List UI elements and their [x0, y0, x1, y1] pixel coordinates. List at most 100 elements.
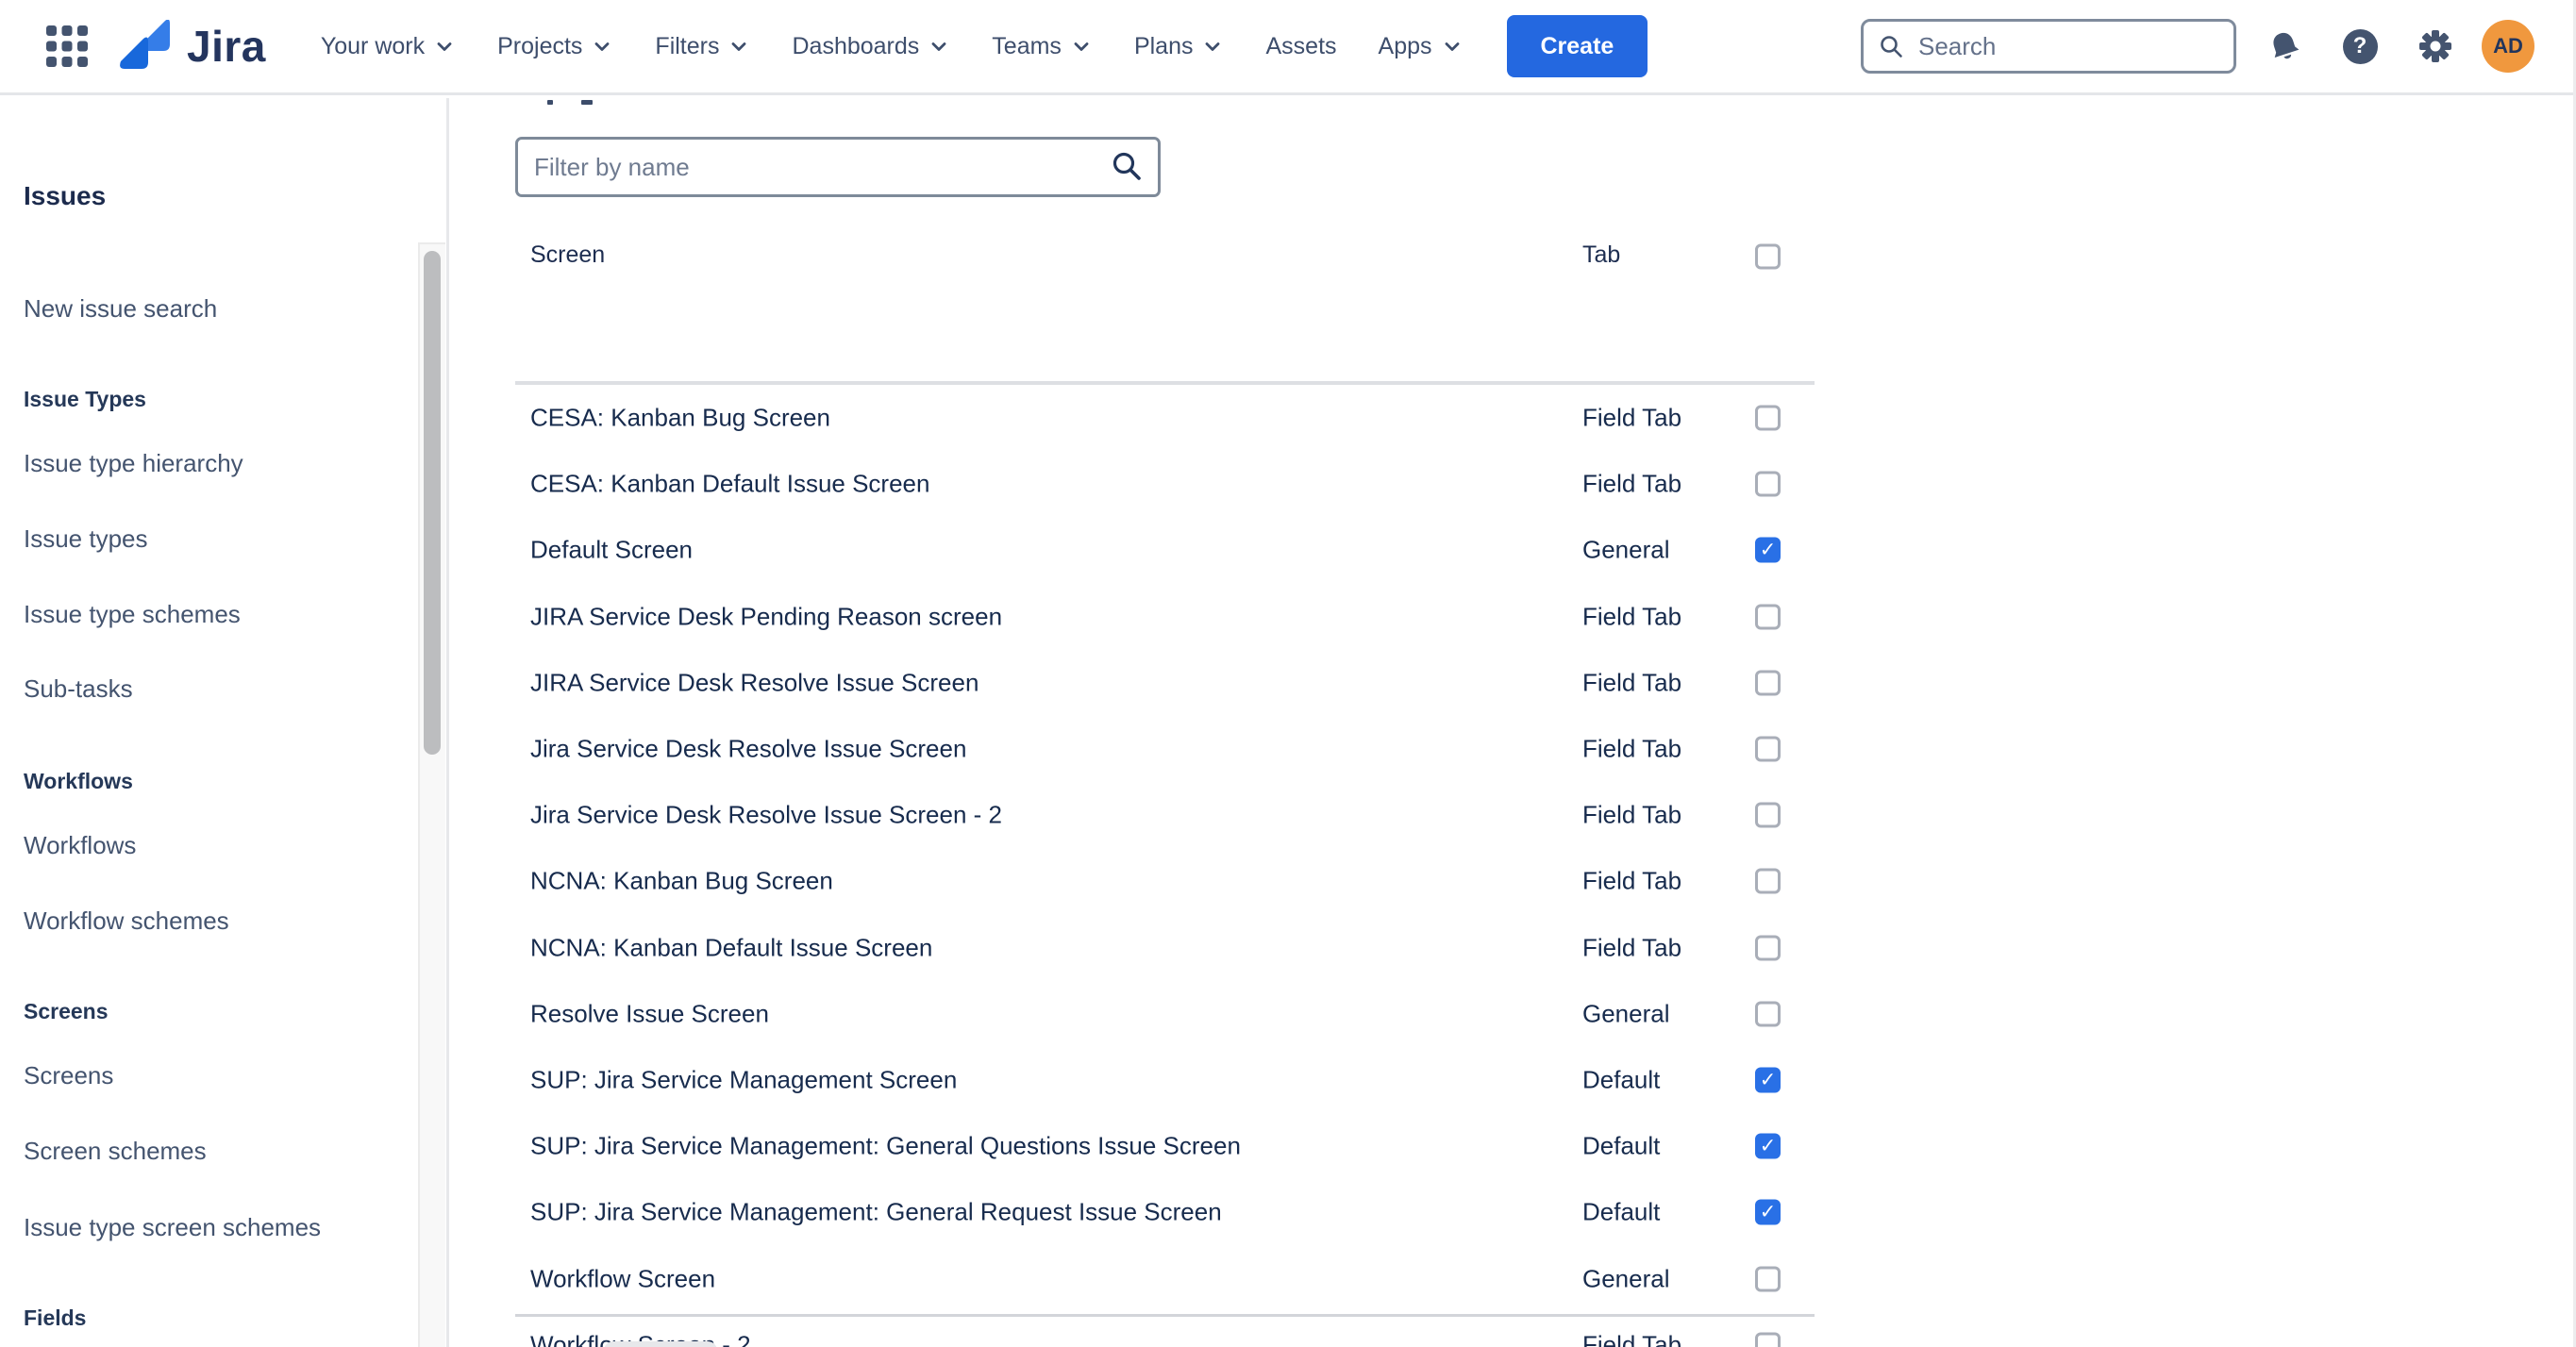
- chevron-down-icon: [1441, 35, 1464, 58]
- screen-name: JIRA Service Desk Pending Reason screen: [530, 602, 1002, 631]
- screen-name: NCNA: Kanban Default Issue Screen: [530, 933, 932, 962]
- screen-name: JIRA Service Desk Resolve Issue Screen: [530, 668, 979, 697]
- admin-sidebar: Issues New issue search Issue Types Issu…: [0, 98, 449, 1347]
- row-checkbox[interactable]: [1755, 935, 1781, 960]
- row-checkbox[interactable]: [1755, 1266, 1781, 1291]
- tab-value: Default: [1582, 1198, 1660, 1227]
- table-row: NCNA: Kanban Default Issue Screen Field …: [515, 915, 1815, 981]
- table-row: Jira Service Desk Resolve Issue Screen -…: [515, 782, 1815, 848]
- bell-icon: [2263, 25, 2305, 67]
- sidebar-scrollbar-track: [418, 242, 445, 1347]
- magnifier-icon: [1111, 150, 1145, 184]
- grid-icon: [45, 25, 89, 68]
- table-row: JIRA Service Desk Resolve Issue Screen F…: [515, 650, 1815, 716]
- screen-name: CESA: Kanban Bug Screen: [530, 404, 830, 433]
- table-row: SUP: Jira Service Management Screen Defa…: [515, 1047, 1815, 1113]
- sidebar-item-screen-schemes[interactable]: Screen schemes: [24, 1137, 207, 1166]
- sidebar-item-screens[interactable]: Screens: [24, 1061, 113, 1090]
- tab-value: Default: [1582, 1065, 1660, 1094]
- table-row: Resolve Issue Screen General: [515, 981, 1815, 1047]
- tab-value: Field Tab: [1582, 867, 1681, 896]
- clipped-heading-fragment: [547, 100, 553, 105]
- row-checkbox[interactable]: [1755, 1134, 1781, 1159]
- nav-item-teams[interactable]: Teams: [992, 33, 1093, 60]
- create-button[interactable]: Create: [1507, 15, 1648, 77]
- nav-item-apps[interactable]: Apps: [1379, 33, 1464, 60]
- pagination-button-clipped[interactable]: [604, 1341, 717, 1347]
- jira-logo-icon: [117, 20, 176, 73]
- row-checkbox[interactable]: [1755, 538, 1781, 563]
- select-all-checkbox[interactable]: [1755, 244, 1781, 270]
- tab-value: Default: [1582, 1132, 1660, 1161]
- table-row: NCNA: Kanban Bug Screen Field Tab: [515, 848, 1815, 914]
- screen-name: NCNA: Kanban Bug Screen: [530, 867, 833, 896]
- row-checkbox[interactable]: [1755, 737, 1781, 762]
- tab-value: Field Tab: [1582, 1330, 1681, 1347]
- nav-item-plans[interactable]: Plans: [1134, 33, 1225, 60]
- global-search-box[interactable]: [1861, 19, 2236, 74]
- filter-search-button[interactable]: [1111, 150, 1145, 184]
- nav-item-projects[interactable]: Projects: [497, 33, 613, 60]
- sidebar-item-new-issue-search[interactable]: New issue search: [24, 294, 217, 324]
- sidebar-item-workflow-schemes[interactable]: Workflow schemes: [24, 906, 229, 936]
- question-icon: ?: [2343, 29, 2378, 64]
- global-search-input[interactable]: [1916, 31, 2194, 62]
- nav-item-label: Projects: [497, 33, 582, 60]
- jira-wordmark: Jira: [187, 21, 266, 72]
- sidebar-title: Issues: [24, 181, 106, 211]
- row-checkbox[interactable]: [1755, 1332, 1781, 1347]
- nav-item-your-work[interactable]: Your work: [321, 33, 456, 60]
- row-checkbox[interactable]: [1755, 1067, 1781, 1092]
- nav-item-label: Your work: [321, 33, 425, 60]
- table-row: CESA: Kanban Bug Screen Field Tab: [515, 385, 1815, 451]
- table-row: SUP: Jira Service Management: General Re…: [515, 1179, 1815, 1245]
- screen-name: Resolve Issue Screen: [530, 999, 769, 1028]
- sidebar-item-issue-type-hierarchy[interactable]: Issue type hierarchy: [24, 449, 243, 478]
- sidebar-scrollbar-thumb[interactable]: [424, 251, 441, 755]
- filter-by-name-input[interactable]: [518, 153, 1111, 182]
- row-checkbox[interactable]: [1755, 869, 1781, 894]
- table-row: Jira Service Desk Resolve Issue Screen F…: [515, 716, 1815, 782]
- screen-name: Workflow Screen: [530, 1264, 715, 1293]
- tab-value: Field Tab: [1582, 735, 1681, 764]
- jira-logo[interactable]: Jira: [117, 20, 266, 73]
- sidebar-item-issue-type-schemes[interactable]: Issue type schemes: [24, 600, 241, 629]
- main-content: Screen Tab CESA: Kanban Bug Screen Field…: [449, 98, 2576, 1347]
- screen-name: SUP: Jira Service Management: General Qu…: [530, 1132, 1241, 1161]
- sidebar-item-issue-type-screen-schemes[interactable]: Issue type screen schemes: [24, 1213, 321, 1242]
- settings-button[interactable]: [2408, 19, 2463, 74]
- notifications-button[interactable]: [2257, 19, 2312, 74]
- nav-item-label: Plans: [1134, 33, 1194, 60]
- row-checkbox[interactable]: [1755, 1200, 1781, 1225]
- filter-box: [515, 137, 1161, 197]
- clipped-heading-fragment: [581, 100, 593, 105]
- screens-table: CESA: Kanban Bug Screen Field Tab CESA: …: [515, 385, 1815, 1347]
- column-header-screen[interactable]: Screen: [530, 241, 605, 269]
- nav-item-filters[interactable]: Filters: [655, 33, 750, 60]
- tab-value: Field Tab: [1582, 602, 1681, 631]
- help-button[interactable]: ?: [2333, 19, 2387, 74]
- column-header-tab[interactable]: Tab: [1582, 241, 1620, 269]
- sidebar-heading-fields: Fields: [24, 1305, 86, 1331]
- app-switcher-grid-icon[interactable]: [43, 23, 91, 70]
- chevron-down-icon: [1070, 35, 1093, 58]
- row-checkbox[interactable]: [1755, 803, 1781, 828]
- sidebar-item-workflows[interactable]: Workflows: [24, 831, 136, 860]
- table-row: Workflow Screen General: [515, 1245, 1815, 1311]
- sidebar-item-sub-tasks[interactable]: Sub-tasks: [24, 674, 133, 704]
- row-checkbox[interactable]: [1755, 604, 1781, 629]
- tab-value: General: [1582, 536, 1670, 565]
- row-checkbox[interactable]: [1755, 1001, 1781, 1026]
- row-checkbox[interactable]: [1755, 406, 1781, 431]
- tab-value: Field Tab: [1582, 404, 1681, 433]
- nav-item-dashboards[interactable]: Dashboards: [792, 33, 950, 60]
- screen-name: SUP: Jira Service Management Screen: [530, 1065, 957, 1094]
- table-row: Default Screen General: [515, 517, 1815, 583]
- row-checkbox[interactable]: [1755, 472, 1781, 497]
- screen-name: SUP: Jira Service Management: General Re…: [530, 1198, 1222, 1227]
- chevron-down-icon: [928, 35, 950, 58]
- nav-item-assets[interactable]: Assets: [1265, 33, 1336, 60]
- row-checkbox[interactable]: [1755, 670, 1781, 695]
- user-avatar[interactable]: AD: [2482, 20, 2534, 73]
- sidebar-item-issue-types[interactable]: Issue types: [24, 524, 148, 554]
